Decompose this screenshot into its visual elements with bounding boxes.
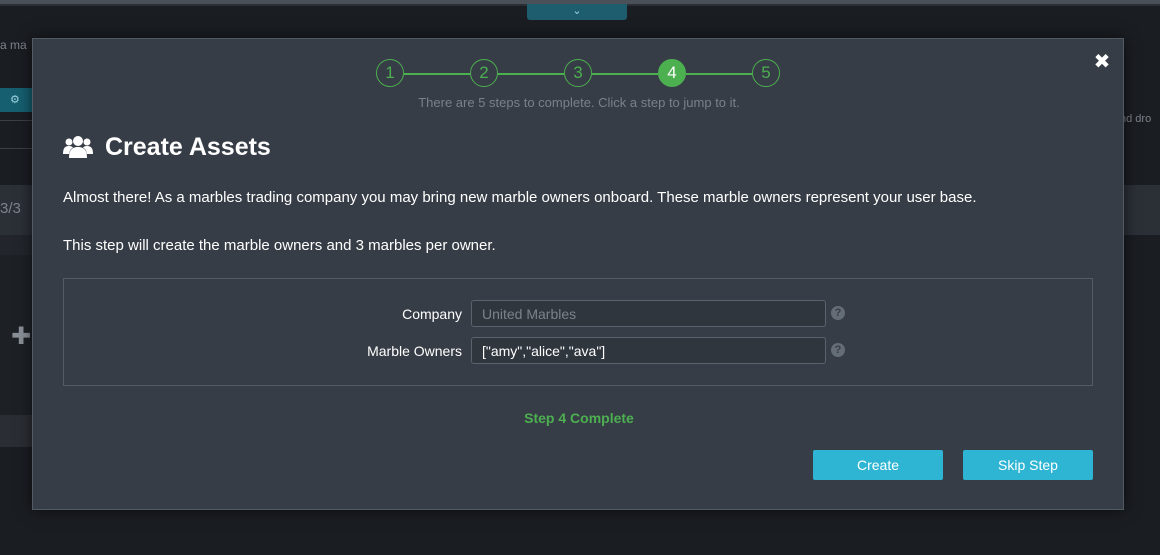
background-text-left: a ma [0, 38, 27, 52]
create-assets-modal: ✖ 1 2 3 4 5 There are 5 steps to complet… [32, 38, 1124, 510]
background-divider [0, 148, 32, 149]
stepper-hint: There are 5 steps to complete. Click a s… [418, 95, 740, 110]
question-circle-icon[interactable]: ? [831, 343, 845, 357]
skip-step-button[interactable]: Skip Step [963, 450, 1093, 480]
background-count: 3/3 [0, 200, 21, 217]
assets-form: Company ? Marble Owners ? [63, 278, 1093, 386]
background-panel [0, 235, 34, 255]
question-circle-icon[interactable]: ? [831, 306, 845, 320]
stepper: 1 2 3 4 5 [376, 59, 796, 87]
step-connector [498, 73, 564, 75]
chevron-down-icon: ⌄ [572, 5, 582, 17]
intro-text: Almost there! As a marbles trading compa… [63, 189, 977, 206]
create-button[interactable]: Create [813, 450, 943, 480]
modal-title: Create Assets [105, 132, 271, 161]
background-chip: ⚙ [0, 88, 32, 112]
company-row: Company ? [64, 300, 1092, 328]
step-connector [404, 73, 470, 75]
background-divider [0, 120, 32, 121]
marble-owners-row: Marble Owners ? [64, 337, 1092, 365]
plus-icon: ✚ [11, 323, 32, 350]
background-panel [1124, 185, 1160, 235]
step-4[interactable]: 4 [658, 59, 686, 87]
step-2[interactable]: 2 [470, 59, 498, 87]
step-connector [686, 73, 752, 75]
marble-owners-input[interactable] [471, 337, 826, 364]
step-description: This step will create the marble owners … [63, 237, 496, 254]
step-status: Step 4 Complete [524, 410, 634, 426]
modal-header: Create Assets [63, 132, 271, 162]
step-1[interactable]: 1 [376, 59, 404, 87]
background-text-right: nd dro [1120, 113, 1152, 125]
step-connector [592, 73, 658, 75]
background-tab-handle[interactable]: ⌄ [527, 4, 627, 20]
users-icon [63, 136, 93, 158]
step-3[interactable]: 3 [564, 59, 592, 87]
marble-owners-label: Marble Owners [367, 343, 462, 359]
company-label: Company [402, 306, 462, 322]
close-icon[interactable]: ✖ [1091, 51, 1113, 73]
step-5[interactable]: 5 [752, 59, 780, 87]
gear-icon: ⚙ [10, 94, 20, 106]
company-input[interactable] [471, 300, 826, 327]
background-panel [0, 415, 34, 447]
